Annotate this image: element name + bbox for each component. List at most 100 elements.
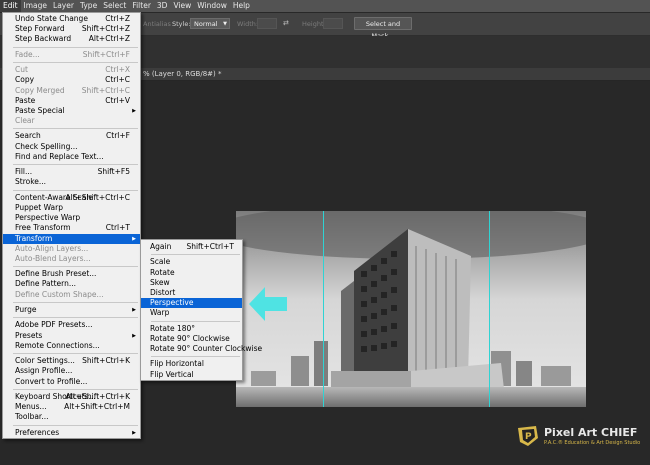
menu-item-content-aware-scale[interactable]: Content-Aware Scale Alt+Shift+Ctrl+C (3, 193, 140, 203)
menu-item-free-transform[interactable]: Free Transform Ctrl+T (3, 223, 140, 233)
menu-filter[interactable]: Filter (129, 0, 154, 12)
pixel-art-chief-logo-icon: P (518, 426, 538, 446)
menu-item-fill[interactable]: Fill... Shift+F5 (3, 167, 140, 177)
menu-item-label: Flip Vertical (150, 369, 194, 379)
menu-select[interactable]: Select (100, 0, 129, 12)
menu-item-preferences[interactable]: Preferences ▶ (3, 428, 140, 438)
menu-item-step-backward[interactable]: Step Backward Alt+Ctrl+Z (3, 34, 140, 44)
menu-item-label: Fill... (15, 167, 33, 177)
menu-item-step-forward[interactable]: Step Forward Shift+Ctrl+Z (3, 24, 140, 34)
vertical-guide-left[interactable] (323, 211, 324, 407)
vertical-guide-right[interactable] (489, 211, 490, 407)
menu-separator (13, 424, 138, 426)
menu-window[interactable]: Window (194, 0, 230, 12)
menu-item-remote-connections[interactable]: Remote Connections... (3, 341, 140, 351)
chevron-right-icon: ▶ (132, 429, 136, 436)
menu-item-undo-state-change[interactable]: Undo State Change Ctrl+Z (3, 14, 140, 24)
menu-image[interactable]: Image (21, 0, 51, 12)
menu-item-stroke[interactable]: Stroke... (3, 177, 140, 187)
antialias-label: Antialias (143, 20, 171, 28)
menu-help[interactable]: Help (230, 0, 253, 12)
menu-item-cut: Cut Ctrl+X (3, 65, 140, 75)
menu-item-flip-vertical[interactable]: Flip Vertical (141, 370, 242, 380)
menu-separator (13, 266, 138, 268)
menu-item-keyboard-shortcuts[interactable]: Keyboard Shortcuts... Alt+Shift+Ctrl+K (3, 392, 140, 402)
menu-separator (13, 128, 138, 130)
swap-arrows-icon[interactable]: ⇄ (283, 19, 289, 27)
menu-edit[interactable]: Edit (0, 0, 21, 12)
menu-item-warp[interactable]: Warp (141, 308, 242, 318)
menu-type[interactable]: Type (77, 0, 100, 12)
menu-item-perspective[interactable]: Perspective (141, 298, 242, 309)
menu-separator (151, 254, 240, 256)
menu-item-toolbar[interactable]: Toolbar... (3, 412, 140, 422)
menu-item-label: Free Transform (15, 223, 71, 233)
menu-item-assign-profile[interactable]: Assign Profile... (3, 366, 140, 376)
menu-item-distort[interactable]: Distort (141, 288, 242, 298)
menu-item-skew[interactable]: Skew (141, 278, 242, 288)
menu-item-check-spelling[interactable]: Check Spelling... (3, 142, 140, 152)
menu-item-shortcut: Shift+Ctrl+C (81, 85, 130, 95)
menu-3d[interactable]: 3D (154, 0, 171, 12)
menu-item-label: Search (15, 131, 41, 141)
menu-separator (13, 317, 138, 319)
menu-item-search[interactable]: Search Ctrl+F (3, 131, 140, 141)
menu-item-label: Adobe PDF Presets... (15, 320, 93, 330)
menu-item-copy[interactable]: Copy Ctrl+C (3, 75, 140, 85)
menu-separator (13, 46, 138, 48)
menu-item-shortcut: Ctrl+X (105, 65, 130, 75)
menu-separator (13, 189, 138, 191)
menu-item-shortcut: Shift+F5 (97, 167, 130, 177)
menu-item-define-brush-preset[interactable]: Define Brush Preset... (3, 269, 140, 279)
menu-item-again[interactable]: Again Shift+Ctrl+T (141, 242, 242, 252)
menu-item-presets[interactable]: Presets ▶ (3, 331, 140, 341)
menu-item-paste-special[interactable]: Paste Special ▶ (3, 106, 140, 116)
menu-item-adobe-pdf-presets[interactable]: Adobe PDF Presets... (3, 320, 140, 330)
menu-item-label: Color Settings... (15, 356, 75, 366)
menu-item-label: Copy Merged (15, 85, 65, 95)
menu-item-define-pattern[interactable]: Define Pattern... (3, 279, 140, 289)
width-field[interactable] (257, 18, 277, 29)
menu-item-convert-to-profile[interactable]: Convert to Profile... (3, 377, 140, 387)
menu-item-rotate[interactable]: Rotate (141, 268, 242, 278)
menu-item-label: Stroke... (15, 177, 47, 187)
menu-item-rotate-90-counter-clockwise[interactable]: Rotate 90° Counter Clockwise (141, 344, 262, 354)
menu-item-shortcut: Alt+Ctrl+Z (88, 34, 130, 44)
menu-view[interactable]: View (170, 0, 194, 12)
style-dropdown[interactable]: Normal ▼ (190, 18, 230, 29)
menu-item-label: Warp (150, 308, 170, 318)
style-label: Style: (172, 20, 191, 28)
menu-item-menus[interactable]: Menus... Alt+Shift+Ctrl+M (3, 402, 140, 412)
logo-name: Pixel Art CHIEF (544, 426, 638, 439)
height-field[interactable] (323, 18, 343, 29)
menu-item-shortcut: Alt+Shift+Ctrl+M (64, 402, 130, 412)
menu-item-label: Purge (15, 305, 37, 314)
menu-item-label: Step Forward (15, 24, 65, 34)
menu-item-scale[interactable]: Scale (141, 257, 242, 267)
select-and-mask-button[interactable]: Select and Mask... (354, 17, 412, 40)
menu-item-shortcut: Ctrl+T (105, 223, 130, 233)
chevron-right-icon: ▶ (132, 235, 136, 242)
menu-separator (13, 388, 138, 390)
menu-item-rotate-180[interactable]: Rotate 180° (141, 324, 242, 334)
menu-item-transform[interactable]: Transform ▶ (3, 233, 140, 244)
menu-item-shortcut: Ctrl+F (106, 131, 130, 141)
menu-item-paste[interactable]: Paste Ctrl+V (3, 96, 140, 106)
menu-item-label: Scale (150, 257, 171, 267)
menu-item-label: Flip Horizontal (150, 359, 204, 369)
menu-item-color-settings[interactable]: Color Settings... Shift+Ctrl+K (3, 356, 140, 366)
menu-item-label: Undo State Change (15, 14, 88, 23)
edit-menu: Undo State Change Ctrl+Z Step Forward Shift… (2, 12, 141, 439)
menu-item-rotate-90-clockwise[interactable]: Rotate 90° Clockwise (141, 334, 242, 344)
menu-item-find-and-replace-text[interactable]: Find and Replace Text... (3, 152, 140, 162)
menu-item-purge[interactable]: Purge ▶ (3, 305, 140, 315)
menu-layer[interactable]: Layer (50, 0, 77, 12)
menu-item-label: Fade... (15, 49, 40, 59)
menu-item-perspective-warp[interactable]: Perspective Warp (3, 213, 140, 223)
menu-item-label: Auto-Align Layers... (15, 243, 89, 253)
menu-item-flip-horizontal[interactable]: Flip Horizontal (141, 359, 242, 369)
menu-item-label: Transform (15, 233, 53, 243)
menu-item-label: Find and Replace Text... (15, 151, 104, 161)
menu-item-shortcut: Shift+Ctrl+F (82, 49, 130, 59)
menu-item-puppet-warp[interactable]: Puppet Warp (3, 203, 140, 213)
